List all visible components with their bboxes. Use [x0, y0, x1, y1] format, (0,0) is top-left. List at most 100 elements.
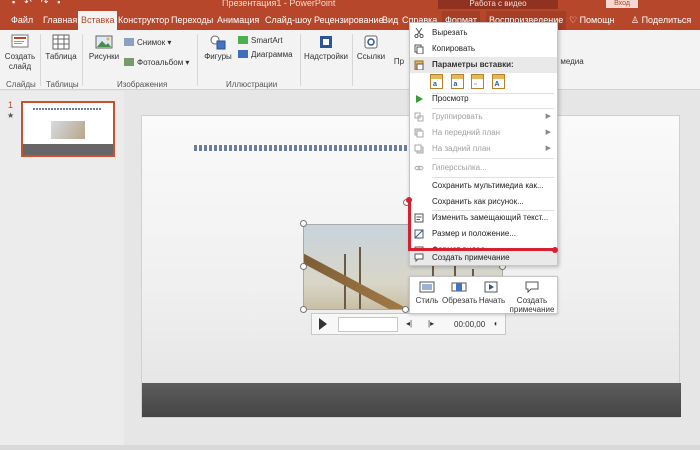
- lightbulb-icon: ♡: [569, 15, 580, 25]
- ribbon-separator: [300, 34, 301, 86]
- menu-item-group-label: Группировать: [432, 112, 483, 121]
- trim-button[interactable]: Обрезать: [442, 280, 478, 305]
- share-icon: ♙: [631, 15, 642, 25]
- play-icon[interactable]: [319, 318, 327, 330]
- comment-icon: [414, 253, 424, 263]
- menu-item-preview-label: Просмотр: [432, 94, 469, 103]
- menu-item-preview[interactable]: Просмотр: [410, 91, 557, 107]
- photo-album-button[interactable]: Фотоальбом ▾: [124, 58, 189, 67]
- resize-handle-top-left[interactable]: [300, 220, 307, 227]
- paste-text-only-icon[interactable]: A: [491, 74, 505, 89]
- mini-toolbar: Стиль Обрезать Начать Создать примечание: [409, 276, 558, 314]
- pictures-label: Рисунки: [88, 52, 120, 61]
- group-label-images: Изображения: [117, 80, 168, 89]
- rewind-icon[interactable]: ◂|: [406, 319, 412, 328]
- thumbnail-footer-bar: [23, 144, 113, 155]
- tab-share[interactable]: ♙ Поделиться: [628, 11, 694, 30]
- trim-label: Обрезать: [442, 296, 478, 305]
- chart-label: Диаграмма: [251, 50, 293, 59]
- paste-options-header: Параметры вставки:: [410, 57, 557, 73]
- tab-file[interactable]: Файл: [8, 11, 36, 30]
- links-label: Ссылки: [356, 52, 386, 61]
- tell-me-label: Помощн: [579, 15, 615, 25]
- menu-item-save-media-label: Сохранить мультимедиа как...: [432, 181, 544, 190]
- tab-animations[interactable]: Анимация: [214, 11, 262, 30]
- submenu-arrow-icon: ▶: [545, 145, 551, 152]
- scissors-icon: [414, 28, 424, 38]
- tab-design[interactable]: Конструктор: [115, 11, 172, 30]
- menu-item-send-backward-label: На задний план: [432, 144, 491, 153]
- resize-handle-bottom[interactable]: [402, 306, 409, 313]
- tab-transitions[interactable]: Переходы: [168, 11, 216, 30]
- tab-slideshow[interactable]: Слайд-шоу: [262, 11, 315, 30]
- menu-item-hyperlink[interactable]: Гиперссылка...: [410, 160, 557, 176]
- chart-button[interactable]: Диаграмма: [238, 50, 293, 59]
- shapes-icon: [210, 35, 226, 50]
- paste-glyph-a: a: [433, 81, 437, 88]
- addins-button[interactable]: Надстройки: [304, 34, 348, 62]
- copy-icon: [414, 44, 424, 54]
- ribbon-tabs: Файл Главная Вставка Конструктор Переход…: [0, 9, 700, 30]
- menu-item-send-backward[interactable]: На задний план ▶: [410, 141, 557, 157]
- video-frame-detail: [359, 247, 361, 309]
- tab-review[interactable]: Рецензирование: [311, 11, 387, 30]
- paste-keep-source-icon[interactable]: a: [450, 74, 464, 89]
- shapes-button[interactable]: Фигуры: [202, 34, 234, 62]
- paste-use-destination-icon[interactable]: a: [430, 74, 443, 89]
- table-label: Таблица: [45, 52, 77, 61]
- forward-icon[interactable]: |▸: [428, 319, 434, 328]
- ribbon-partial-pr[interactable]: Пр: [392, 57, 406, 67]
- group-label-illustrations: Иллюстрации: [226, 80, 278, 89]
- video-frame-branch: [304, 249, 411, 309]
- screenshot-label: Снимок: [137, 38, 166, 47]
- paste-picture-icon[interactable]: ▫: [471, 74, 485, 89]
- submenu-arrow-icon: ▶: [545, 129, 551, 136]
- menu-item-save-media[interactable]: Сохранить мультимедиа как...: [410, 178, 557, 194]
- new-comment-button[interactable]: Создать примечание: [508, 280, 556, 314]
- links-button[interactable]: Ссылки: [356, 34, 386, 62]
- menu-item-copy-label: Копировать: [432, 44, 476, 53]
- smartart-button[interactable]: SmartArt: [238, 36, 283, 45]
- screenshot-icon: [124, 38, 134, 46]
- annotation-dot-start: [406, 197, 412, 203]
- table-button[interactable]: Таблица: [44, 34, 78, 62]
- resize-handle-left[interactable]: [300, 263, 307, 270]
- menu-item-group[interactable]: Группировать ▶: [410, 109, 557, 125]
- seek-track[interactable]: [338, 317, 398, 332]
- paste-options-row: a a ▫ A: [430, 74, 510, 92]
- ribbon-partial-media[interactable]: медиа: [558, 57, 586, 67]
- start-button[interactable]: Начать: [478, 280, 506, 305]
- window-title: Презентация1 - PowerPoint: [222, 0, 336, 8]
- menu-item-new-comment-label: Создать примечание: [432, 253, 510, 262]
- resize-handle-bottom-left[interactable]: [300, 306, 307, 313]
- menu-item-copy[interactable]: Копировать: [410, 41, 557, 57]
- tab-tell-me[interactable]: ♡ Помощн: [566, 11, 618, 30]
- shapes-label: Фигуры: [204, 52, 232, 61]
- links-icon: [364, 35, 378, 49]
- start-label: Начать: [478, 296, 506, 305]
- title-bar: ▪↶↷▪ Презентация1 - PowerPoint Работа с …: [0, 0, 700, 9]
- slide-thumbnail-1[interactable]: [21, 101, 115, 157]
- smartart-icon: [238, 36, 248, 44]
- menu-item-cut[interactable]: Вырезать: [410, 25, 557, 41]
- style-icon: [419, 281, 435, 293]
- bring-forward-icon: [414, 128, 424, 138]
- new-slide-button[interactable]: Создать слайд: [4, 34, 36, 72]
- style-label: Стиль: [415, 296, 439, 305]
- menu-item-hyperlink-label: Гиперссылка...: [432, 163, 487, 172]
- tab-home[interactable]: Главная: [40, 11, 80, 30]
- quick-access-toolbar[interactable]: ▪↶↷▪: [12, 0, 69, 8]
- pictures-button[interactable]: Рисунки: [88, 34, 120, 62]
- style-button[interactable]: Стиль: [414, 280, 440, 305]
- context-group-label: Работа с видео: [438, 0, 558, 9]
- tab-insert[interactable]: Вставка: [78, 11, 118, 30]
- menu-item-bring-forward[interactable]: На передний план ▶: [410, 125, 557, 141]
- screenshot-button[interactable]: Снимок ▾: [124, 38, 171, 47]
- volume-icon[interactable]: ◖: [493, 319, 498, 328]
- menu-item-new-comment[interactable]: Создать примечание: [409, 250, 558, 266]
- tab-view[interactable]: Вид: [379, 11, 401, 30]
- red-highlight-annotation: [408, 200, 556, 251]
- login-button[interactable]: Вход: [606, 0, 638, 8]
- ribbon-separator: [352, 34, 353, 86]
- smartart-label: SmartArt: [251, 36, 283, 45]
